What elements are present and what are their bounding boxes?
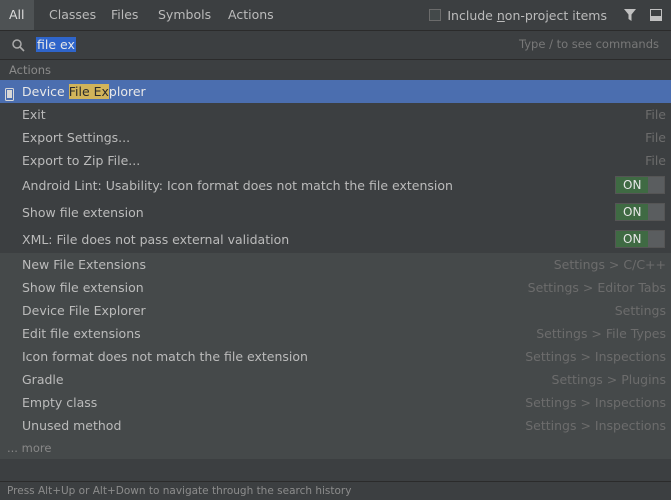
status-hint: Press Alt+Up or Alt+Down to navigate thr… — [0, 481, 671, 499]
pin-window-icon[interactable] — [645, 4, 667, 26]
search-bar: file ex Type / to see commands — [0, 31, 671, 60]
list-item[interactable]: Empty class Settings > Inspections — [0, 391, 671, 414]
tab-all[interactable]: All — [0, 0, 34, 30]
on-off-toggle[interactable]: ON — [615, 176, 665, 194]
tab-actions[interactable]: Actions — [219, 0, 283, 30]
list-item[interactable]: Export to Zip File... File — [0, 149, 671, 172]
list-item[interactable]: Icon format does not match the file exte… — [0, 345, 671, 368]
toggle-row[interactable]: XML: File does not pass external validat… — [0, 226, 671, 253]
group-header-actions: Actions — [9, 63, 52, 77]
filter-icon[interactable] — [619, 4, 641, 26]
include-non-project-checkbox[interactable] — [429, 9, 442, 21]
results-list: Device File Explorer Exit File Export Set… — [0, 80, 671, 459]
tab-bar: All Classes Files Symbols Actions Includ… — [0, 0, 671, 31]
tab-classes[interactable]: Classes — [40, 0, 105, 30]
tab-symbols[interactable]: Symbols — [149, 0, 220, 30]
list-item[interactable]: Edit file extensions Settings > File Type… — [0, 322, 671, 345]
tab-files[interactable]: Files — [102, 0, 147, 30]
search-input[interactable]: file ex — [36, 37, 76, 53]
settings-results: New File Extensions Settings > C/C++ Show… — [0, 253, 671, 437]
list-item[interactable]: New File Extensions Settings > C/C++ — [0, 253, 671, 276]
include-non-project-label[interactable]: Include non-project items — [447, 8, 607, 23]
list-item[interactable]: Unused method Settings > Inspections — [0, 414, 671, 437]
toggle-row[interactable]: Show file extension ON — [0, 199, 671, 226]
on-off-toggle[interactable]: ON — [615, 203, 665, 221]
list-item[interactable]: Device File Explorer Settings — [0, 299, 671, 322]
list-item[interactable]: Show file extension Settings > Editor Tab… — [0, 276, 671, 299]
result-device-file-explorer-selected[interactable]: Device File Explorer — [0, 80, 671, 103]
list-item[interactable]: Exit File — [0, 103, 671, 126]
more-link[interactable]: ... more — [0, 437, 671, 459]
list-item[interactable]: Export Settings... File — [0, 126, 671, 149]
search-icon — [12, 39, 25, 55]
list-item[interactable]: Gradle Settings > Plugins — [0, 368, 671, 391]
search-hint: Type / to see commands — [519, 37, 659, 51]
toggle-row[interactable]: Android Lint: Usability: Icon format doe… — [0, 172, 671, 199]
on-off-toggle[interactable]: ON — [615, 230, 665, 248]
